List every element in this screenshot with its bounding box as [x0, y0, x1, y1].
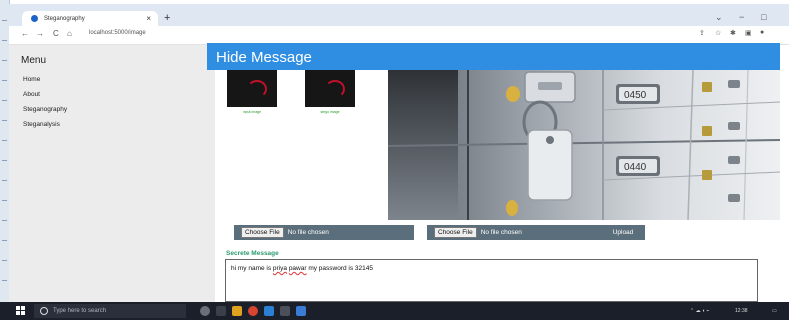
- taskbar-clock[interactable]: 12:38: [735, 308, 748, 314]
- minimize-button[interactable]: −: [739, 12, 744, 22]
- taskbar-search-box[interactable]: Type here to search: [34, 304, 186, 318]
- share-icon[interactable]: ⇪: [699, 29, 705, 37]
- sidebar-title: Menu: [21, 55, 47, 66]
- notification-icon[interactable]: ▭: [772, 308, 777, 314]
- locker-number-bottom: 0440: [624, 162, 647, 173]
- chrome-icon[interactable]: [248, 306, 258, 316]
- message-text-part: my password is 32145: [306, 265, 374, 272]
- browser-tab[interactable]: Steganography ×: [22, 11, 158, 26]
- choose-file-button-2[interactable]: Choose File: [434, 227, 477, 238]
- message-misspelled-word: pawar: [288, 265, 307, 272]
- message-text-part: hi my name is: [231, 265, 273, 272]
- cortana-icon[interactable]: [200, 306, 210, 316]
- windows-taskbar: Type here to search ⌃ ☁ ◖ ⌁ 12:38 ▭: [0, 302, 789, 320]
- page-header: Hide Message: [207, 43, 780, 70]
- extensions-icon[interactable]: ✱: [730, 29, 736, 37]
- profile-icon[interactable]: ●: [760, 29, 764, 36]
- tab-strip: Steganography × + ⌄ − □: [9, 4, 789, 26]
- taskbar-search-placeholder: Type here to search: [53, 308, 107, 314]
- sidebar-item-home[interactable]: Home: [23, 76, 67, 83]
- app-icon[interactable]: [296, 306, 306, 316]
- stego-image-caption: stego image: [320, 110, 340, 114]
- file-status-1: No file chosen: [287, 229, 329, 236]
- sidepanel-icon[interactable]: ▣: [745, 29, 752, 37]
- file-input-2[interactable]: Choose File No file chosen: [427, 225, 609, 240]
- search-icon: [40, 307, 48, 315]
- tab-search-chevron-icon[interactable]: ⌄: [715, 12, 723, 23]
- tab-close-icon[interactable]: ×: [146, 14, 151, 23]
- restore-button[interactable]: □: [761, 12, 766, 22]
- terminal-icon[interactable]: [280, 306, 290, 316]
- upload-button[interactable]: Upload: [601, 225, 645, 240]
- choose-file-button-1[interactable]: Choose File: [241, 227, 284, 238]
- input-image-caption: input image: [242, 110, 262, 114]
- address-bar[interactable]: localhost:5000/image: [89, 30, 146, 36]
- file-input-1[interactable]: Choose File No file chosen: [234, 225, 414, 240]
- home-icon[interactable]: ⌂: [67, 29, 72, 38]
- locker-key-image: 0450 0440: [388, 70, 780, 220]
- reload-icon[interactable]: C: [53, 29, 59, 38]
- message-misspelled-word: priya: [272, 265, 287, 272]
- secret-message-textarea[interactable]: hi my name is priya pawar my password is…: [225, 259, 758, 302]
- stego-image-thumbnail: [305, 70, 355, 107]
- windows-start-icon[interactable]: [16, 306, 26, 316]
- page-title: Hide Message: [216, 49, 312, 66]
- file-status-2: No file chosen: [480, 229, 522, 236]
- forward-icon[interactable]: →: [36, 29, 44, 38]
- sidebar-item-steganalysis[interactable]: Steganalysis: [23, 121, 67, 128]
- vscode-icon[interactable]: [264, 306, 274, 316]
- file-explorer-icon[interactable]: [232, 306, 242, 316]
- back-icon[interactable]: ←: [21, 29, 29, 38]
- secret-message-label: Secrete Message: [226, 250, 279, 257]
- new-tab-button[interactable]: +: [164, 12, 170, 24]
- tab-title: Steganography: [44, 15, 85, 22]
- input-image-thumbnail: [227, 70, 277, 107]
- sidebar-item-steganography[interactable]: Steganography: [23, 106, 67, 113]
- task-view-icon[interactable]: [216, 306, 226, 316]
- sidebar-menu: Menu Home About Steganography Steganalys…: [9, 45, 215, 304]
- bookmark-star-icon[interactable]: ☆: [715, 29, 721, 37]
- sidebar-item-about[interactable]: About: [23, 91, 67, 98]
- site-favicon-icon: [31, 15, 38, 22]
- tray-icons[interactable]: ⌃ ☁ ◖ ⌁: [690, 308, 709, 314]
- locker-number-top: 0450: [624, 90, 647, 101]
